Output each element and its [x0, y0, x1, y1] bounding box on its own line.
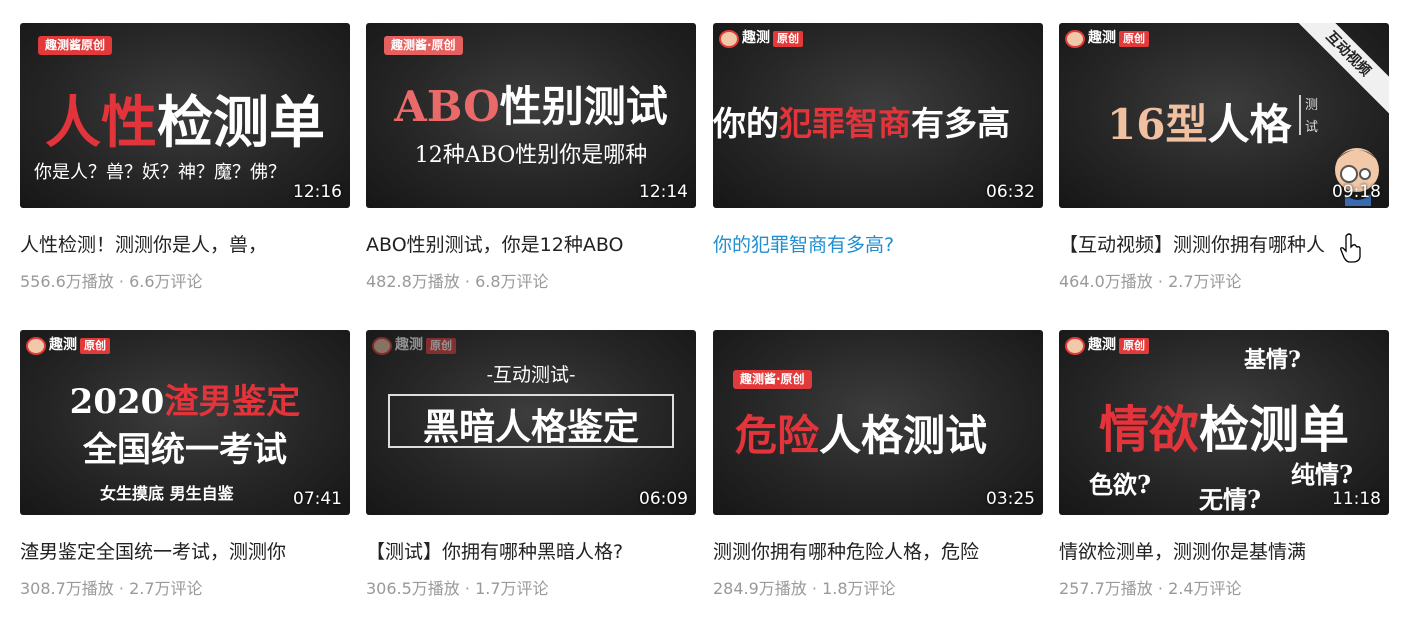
- video-title[interactable]: 你的犯罪智商有多高?: [713, 230, 1043, 257]
- video-thumbnail[interactable]: 趣测 原创 2020渣男鉴定 全国统一考试 女生摸底 男生自鉴 07:41: [20, 330, 350, 515]
- thumb-subtitle: 12种ABO性别你是哪种: [414, 143, 648, 168]
- video-thumbnail[interactable]: 趣测 原创 你的犯罪智商有多高 06:32: [713, 23, 1043, 208]
- thumb-side-label: 测试: [1305, 98, 1319, 135]
- duration-badge: 06:32: [986, 182, 1035, 202]
- thumb-title: 2020渣男鉴定: [69, 382, 301, 422]
- video-title[interactable]: 【测试】你拥有哪种黑暗人格?: [366, 537, 696, 564]
- duration-badge: 12:16: [293, 182, 342, 202]
- video-title[interactable]: 测测你拥有哪种危险人格，危险: [713, 537, 1043, 564]
- duration-badge: 12:14: [639, 182, 688, 202]
- thumb-subtitle: 全国统一考试: [83, 430, 287, 470]
- brand-logo: 趣测 原创: [1065, 29, 1149, 48]
- mascot-icon: [719, 29, 739, 48]
- brand-badge: 趣测酱原创: [38, 36, 113, 55]
- video-thumbnail[interactable]: 趣测酱·原创 危险人格测试 03:25: [713, 330, 1043, 515]
- video-thumbnail[interactable]: 互动视频 趣测 原创 16型人格 测试 09:18: [1059, 23, 1389, 208]
- thumb-title: 你的犯罪智商有多高: [713, 104, 1010, 143]
- brand-logo: 趣测 原创: [1065, 336, 1149, 355]
- duration-badge: 03:25: [986, 489, 1035, 509]
- brand-logo: 趣测 原创: [372, 336, 456, 355]
- brand-badge: 趣测酱·原创: [384, 36, 463, 55]
- duration-badge: 06:09: [639, 489, 688, 509]
- video-stats: 257.7万播放 · 2.4万评论: [1059, 579, 1242, 598]
- video-thumbnail[interactable]: 趣测酱·原创 ABO性别测试 12种ABO性别你是哪种 12:14: [366, 23, 696, 208]
- brand-logo: 趣测 原创: [26, 336, 110, 355]
- video-title[interactable]: 人性检测！测测你是人，兽，: [20, 230, 350, 257]
- video-stats: 284.9万播放 · 1.8万评论: [713, 579, 896, 598]
- video-stats: 306.5万播放 · 1.7万评论: [366, 579, 549, 598]
- brand-logo: 趣测 原创: [719, 29, 803, 48]
- thumb-subtitle: 你是人？兽？妖？神？魔？佛？: [34, 162, 286, 183]
- thumb-title: 危险人格测试: [735, 411, 988, 460]
- mascot-icon: [1065, 336, 1085, 355]
- thumb-title: 人性检测单: [45, 90, 325, 156]
- video-thumbnail[interactable]: 趣测 原创 -互动测试- 黑暗人格鉴定 06:09: [366, 330, 696, 515]
- video-thumbnail[interactable]: 趣测酱原创 人性检测单 你是人？兽？妖？神？魔？佛？ 12:16: [20, 23, 350, 208]
- video-title[interactable]: 渣男鉴定全国统一考试，测测你: [20, 537, 350, 564]
- thumb-word-top: 基情?: [1244, 347, 1301, 373]
- duration-badge: 09:18: [1332, 182, 1381, 202]
- hand-cursor-icon: [1340, 233, 1361, 263]
- mascot-icon: [26, 336, 46, 355]
- duration-badge: 07:41: [293, 489, 342, 509]
- thumb-title: 情欲检测单: [1099, 400, 1349, 459]
- divider: [1299, 95, 1301, 135]
- mascot-icon: [372, 336, 392, 355]
- video-card[interactable]: 趣测酱·原创 ABO性别测试 12种ABO性别你是哪种 12:14 ABO性别测…: [366, 23, 696, 291]
- video-card[interactable]: 趣测 原创 基情? 情欲检测单 色欲? 无情? 纯情? 11:18 情欲检测单，…: [1059, 330, 1389, 598]
- mascot-icon: [1065, 29, 1085, 48]
- video-stats: 308.7万播放 · 2.7万评论: [20, 579, 203, 598]
- video-card[interactable]: 趣测酱·原创 危险人格测试 03:25 测测你拥有哪种危险人格，危险 284.9…: [713, 330, 1043, 598]
- video-card[interactable]: 趣测酱原创 人性检测单 你是人？兽？妖？神？魔？佛？ 12:16 人性检测！测测…: [20, 23, 350, 291]
- duration-badge: 11:18: [1332, 489, 1381, 509]
- video-stats: 482.8万播放 · 6.8万评论: [366, 272, 549, 291]
- video-card[interactable]: 互动视频 趣测 原创 16型人格 测试 09:18 【互动视频】测测你拥有哪种人…: [1059, 23, 1389, 291]
- video-stats: 464.0万播放 · 2.7万评论: [1059, 272, 1242, 291]
- thumb-word-right: 纯情?: [1291, 460, 1354, 489]
- thumb-title: 16型人格: [1107, 100, 1292, 149]
- video-card[interactable]: 趣测 原创 -互动测试- 黑暗人格鉴定 06:09 【测试】你拥有哪种黑暗人格?…: [366, 330, 696, 598]
- video-stats: 556.6万播放 · 6.6万评论: [20, 272, 203, 291]
- thumb-title: ABO性别测试: [394, 82, 668, 131]
- video-thumbnail[interactable]: 趣测 原创 基情? 情欲检测单 色欲? 无情? 纯情? 11:18: [1059, 330, 1389, 515]
- video-title[interactable]: ABO性别测试，你是12种ABO: [366, 230, 696, 257]
- video-card[interactable]: 趣测 原创 你的犯罪智商有多高 06:32 你的犯罪智商有多高?: [713, 23, 1043, 256]
- thumb-title: 黑暗人格鉴定: [422, 406, 639, 448]
- thumb-top-text: -互动测试-: [486, 364, 576, 386]
- video-card[interactable]: 趣测 原创 2020渣男鉴定 全国统一考试 女生摸底 男生自鉴 07:41 渣男…: [20, 330, 350, 598]
- brand-badge: 趣测酱·原创: [733, 370, 812, 389]
- video-title[interactable]: 情欲检测单，测测你是基情满: [1059, 537, 1389, 564]
